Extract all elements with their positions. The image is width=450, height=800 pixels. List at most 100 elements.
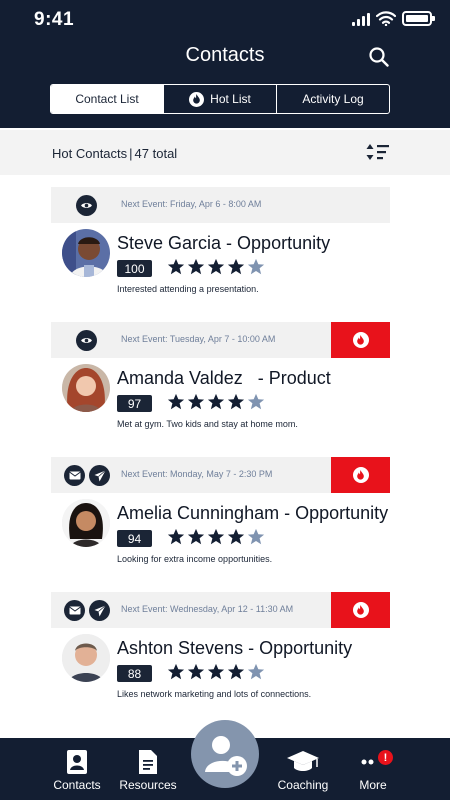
star-rating: [167, 663, 265, 681]
contact-name-line: Amanda Valdez - Product: [117, 368, 390, 389]
tab-label: Resources: [119, 778, 177, 792]
score-badge: 97: [117, 395, 152, 412]
status-time: 9:41: [34, 9, 75, 30]
app-header: 9:41 Contacts Contact List Hot List Acti…: [0, 0, 450, 128]
star-filled-icon: [227, 663, 245, 680]
tab-activity-log[interactable]: Activity Log: [277, 85, 389, 113]
tab-label: Contacts: [53, 778, 101, 792]
contact-type: - Opportunity: [243, 638, 353, 658]
contact-card[interactable]: Next Event: Monday, May 7 - 2:30 PM Amel…: [51, 457, 390, 581]
add-contact-icon: [205, 736, 247, 776]
send-icon[interactable]: [89, 600, 110, 621]
contact-note: Interested attending a presentation.: [117, 284, 259, 294]
contact-card[interactable]: Next Event: Tuesday, Apr 7 - 10:00 AM Am…: [51, 322, 390, 446]
tab-more[interactable]: More: [333, 748, 413, 792]
next-event: Next Event: Monday, May 7 - 2:30 PM: [121, 469, 273, 479]
contact-card[interactable]: Next Event: Friday, Apr 6 - 8:00 AM Stev…: [51, 187, 390, 311]
hot-flag[interactable]: [331, 457, 390, 493]
next-event: Next Event: Wednesday, Apr 12 - 11:30 AM: [121, 604, 294, 614]
event-bar: Next Event: Wednesday, Apr 12 - 11:30 AM: [51, 592, 390, 628]
contact-name-line: Amelia Cunningham - Opportunity: [117, 503, 390, 524]
flame-icon: [189, 91, 205, 107]
tab-resources[interactable]: Resources: [108, 748, 188, 792]
sort-filter-icon[interactable]: [366, 143, 390, 161]
score-badge: 94: [117, 530, 152, 547]
score-badge: 100: [117, 260, 152, 277]
contact-type: - Product: [242, 368, 331, 388]
star-filled-icon: [207, 393, 225, 410]
avatar: [62, 634, 110, 682]
summary-count: 47 total: [134, 146, 178, 161]
star-filled-icon: [227, 258, 245, 275]
notification-badge: !: [378, 750, 393, 765]
event-bar: Next Event: Friday, Apr 6 - 8:00 AM: [51, 187, 390, 223]
tab-hot-list[interactable]: Hot List: [164, 85, 277, 113]
summary-separator: |: [129, 146, 133, 161]
contact-name-line: Ashton Stevens - Opportunity: [117, 638, 390, 659]
star-rating: [167, 393, 265, 411]
contact-note: Looking for extra income opportunities.: [117, 554, 273, 564]
avatar: [62, 229, 110, 277]
star-empty-icon: [247, 393, 265, 410]
event-bar: Next Event: Tuesday, Apr 7 - 10:00 AM: [51, 322, 390, 358]
tab-label: Activity Log: [302, 92, 364, 106]
event-bar: Next Event: Monday, May 7 - 2:30 PM: [51, 457, 390, 493]
star-empty-icon: [247, 663, 265, 680]
document-icon: [108, 748, 188, 776]
search-icon[interactable]: [368, 46, 390, 68]
hot-flag[interactable]: [331, 322, 390, 358]
score-badge: 88: [117, 665, 152, 682]
avatar: [62, 364, 110, 412]
star-filled-icon: [167, 258, 185, 275]
tab-label: Coaching: [277, 778, 329, 792]
tab-contacts[interactable]: Contacts: [37, 748, 117, 792]
contact-name: Ashton Stevens: [117, 638, 244, 658]
star-empty-icon: [247, 258, 265, 275]
tab-label: Hot List: [210, 92, 251, 106]
next-event: Next Event: Friday, Apr 6 - 8:00 AM: [121, 199, 262, 209]
eye-icon[interactable]: [76, 330, 97, 351]
contact-type: - Opportunity: [221, 233, 331, 253]
contact-type: - Opportunity: [279, 503, 389, 523]
wifi-icon: [376, 11, 396, 26]
star-filled-icon: [207, 663, 225, 680]
star-filled-icon: [227, 528, 245, 545]
next-event: Next Event: Tuesday, Apr 7 - 10:00 AM: [121, 334, 276, 344]
hot-flag[interactable]: [331, 592, 390, 628]
contacts-icon: [37, 748, 117, 776]
contact-name: Steve Garcia: [117, 233, 222, 253]
star-filled-icon: [167, 528, 185, 545]
flame-icon: [352, 332, 369, 348]
send-icon[interactable]: [89, 465, 110, 486]
contact-name: Amanda Valdez: [117, 368, 243, 388]
signal-icon: [352, 12, 370, 26]
view-tabs: Contact List Hot List Activity Log: [50, 84, 390, 114]
contact-card[interactable]: Next Event: Wednesday, Apr 12 - 11:30 AM…: [51, 592, 390, 716]
graduation-cap-icon: [263, 748, 343, 776]
star-filled-icon: [187, 258, 205, 275]
star-filled-icon: [167, 393, 185, 410]
star-rating: [167, 528, 265, 546]
flame-icon: [352, 602, 369, 618]
star-empty-icon: [247, 528, 265, 545]
summary-label: Hot Contacts: [52, 146, 128, 161]
tab-contact-list[interactable]: Contact List: [51, 85, 164, 113]
tab-label: Contact List: [75, 92, 139, 106]
star-filled-icon: [167, 663, 185, 680]
flame-icon: [352, 467, 369, 483]
avatar: [62, 499, 110, 547]
more-dots-icon: [333, 748, 413, 776]
add-contact-button[interactable]: [191, 720, 259, 788]
contact-note: Met at gym. Two kids and stay at home mo…: [117, 419, 298, 429]
mail-icon[interactable]: [64, 600, 85, 621]
tab-coaching[interactable]: Coaching: [263, 748, 343, 792]
eye-icon[interactable]: [76, 195, 97, 216]
summary-text: Hot Contacts | 47 total: [52, 146, 177, 161]
star-filled-icon: [207, 258, 225, 275]
mail-icon[interactable]: [64, 465, 85, 486]
contact-name: Amelia Cunningham: [117, 503, 280, 523]
star-filled-icon: [187, 663, 205, 680]
battery-icon: [402, 11, 435, 26]
star-filled-icon: [187, 528, 205, 545]
status-icons: [352, 11, 435, 26]
